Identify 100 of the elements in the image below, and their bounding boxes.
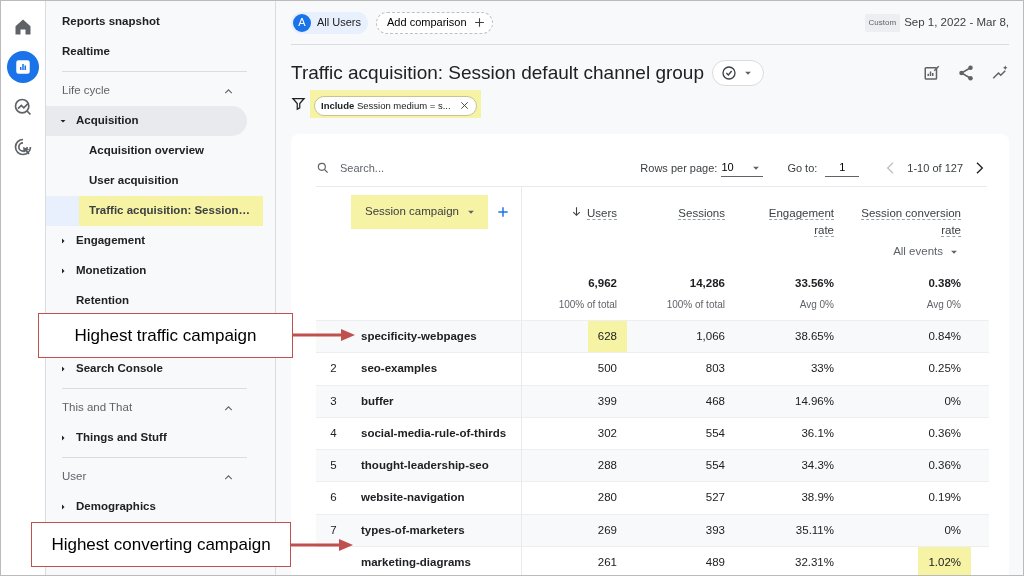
target-cursor-icon <box>13 137 33 157</box>
plus-icon <box>496 204 510 219</box>
table-cell-text: 500 <box>597 361 617 377</box>
table-cell-text: 269 <box>597 522 617 538</box>
table-cell: 1.02% <box>918 546 971 575</box>
nav-item[interactable]: Engagement <box>46 226 247 256</box>
nav-subitem[interactable]: Acquisition overview <box>46 136 247 166</box>
total-value: 14,286 <box>688 275 725 291</box>
table-cell-text: 393 <box>705 522 725 538</box>
table-cell-text: 38.9% <box>801 490 834 506</box>
callout-arrow <box>293 328 355 342</box>
search-icon <box>316 161 330 176</box>
column-header[interactable]: Sessions <box>678 204 725 222</box>
table-cell-text: 34.3% <box>801 458 834 474</box>
campaign-cell: specificity-webpages <box>361 330 477 343</box>
events-dropdown[interactable]: All events <box>893 243 961 261</box>
nav-item[interactable]: Monetization <box>46 256 247 286</box>
rows-per-page-label: Rows per page: <box>640 160 718 176</box>
campaign-cell: types-of-marketers <box>361 523 465 536</box>
table-cell-text: 468 <box>705 393 725 409</box>
rows-per-page-select[interactable]: 10 <box>721 159 764 177</box>
campaign-cell: seo-examples <box>361 362 438 375</box>
column-header[interactable]: Session conversion rate <box>861 204 961 240</box>
add-dimension-button[interactable] <box>496 204 510 219</box>
section-title: User <box>62 469 87 485</box>
table-cell-text: 0.36% <box>928 425 961 441</box>
table-cell-text: 0.36% <box>928 458 961 474</box>
section-title: This and That <box>62 400 133 416</box>
table-cell-text: 0.19% <box>928 490 961 506</box>
column-header[interactable]: Engagement rate <box>762 204 834 240</box>
section-title: Life cycle <box>62 83 110 99</box>
campaign-cell: marketing-diagrams <box>361 555 471 568</box>
table-cell-text: 1,066 <box>696 329 725 345</box>
nav-rail-button[interactable] <box>7 51 39 83</box>
nav-item[interactable]: Demographics <box>46 492 247 522</box>
check-circle-icon <box>721 65 737 82</box>
campaign-cell: website-navigation <box>361 491 465 504</box>
table-cell-text: 14.96% <box>795 393 834 409</box>
edit-report-icon <box>923 64 941 83</box>
row-number: 5 <box>330 459 337 472</box>
callout-arrow <box>291 538 353 552</box>
table-cell-text: 0.84% <box>928 329 961 345</box>
home-icon <box>13 17 33 37</box>
total-note: 100% of total <box>665 298 725 313</box>
status-dropdown[interactable] <box>712 60 764 87</box>
table-cell-text: 36.1% <box>801 425 834 441</box>
callout-box: Highest traffic campaign <box>38 313 293 358</box>
bar-chart-icon <box>14 58 32 76</box>
total-note: 100% of total <box>557 298 617 313</box>
filter-icon <box>291 96 306 112</box>
date-range[interactable]: Sep 1, 2022 - Mar 8, <box>904 13 1009 32</box>
section-header[interactable]: User <box>46 462 247 492</box>
table-cell-text: 0.25% <box>928 361 961 377</box>
table-cell-text: 35.11% <box>795 522 834 538</box>
table-cell-text: 0% <box>944 522 961 538</box>
go-to-field[interactable]: 1 <box>825 159 860 177</box>
share-button[interactable] <box>957 64 975 83</box>
nav-item[interactable]: Acquisition <box>46 106 247 136</box>
search-field[interactable]: Search... <box>338 158 518 178</box>
table-cell-text: 489 <box>705 554 725 570</box>
table-cell-text: 38.65% <box>795 329 834 345</box>
report-title: Traffic acquisition: Session default channel group <box>291 61 704 85</box>
table-cell-text: 554 <box>705 458 725 474</box>
table-cell-text: 527 <box>705 490 725 506</box>
total-value: 6,962 <box>587 275 617 291</box>
campaign-cell: buffer <box>361 394 394 407</box>
table-cell-text: 0% <box>944 393 961 409</box>
table-cell: 628 <box>587 321 627 353</box>
nav-link[interactable]: Realtime <box>46 37 247 67</box>
close-icon <box>458 100 470 112</box>
nav-item[interactable]: Things and Stuff <box>46 423 247 453</box>
table-cell-text: 280 <box>597 490 617 506</box>
add-comparison-button[interactable]: Add comparison <box>376 11 493 34</box>
row-number: 2 <box>330 362 337 375</box>
section-header[interactable]: Life cycle <box>46 76 247 106</box>
filter-chip[interactable]: Include Session medium = s... <box>314 95 477 116</box>
trend-chart-icon <box>13 97 33 117</box>
nav-subitem[interactable]: User acquisition <box>46 166 247 196</box>
table-cell-text: 554 <box>705 425 725 441</box>
page-range: 1-10 of 127 <box>907 160 963 176</box>
row-number: 4 <box>330 426 337 439</box>
table-cell-text: 803 <box>705 361 725 377</box>
go-to-label: Go to: <box>787 160 818 176</box>
row-number: 3 <box>330 394 337 407</box>
segment-chip[interactable]: A All Users <box>291 11 368 34</box>
total-value: 0.38% <box>927 275 961 291</box>
total-note: Avg 0% <box>798 298 834 313</box>
dimension-dropdown[interactable]: Session campaign <box>351 194 488 229</box>
nav-subitem[interactable]: Traffic acquisition: Session… <box>46 196 263 226</box>
edit-report-button[interactable] <box>923 64 941 83</box>
campaign-cell: social-media-rule-of-thirds <box>361 426 507 439</box>
nav-link[interactable]: Reports snapshot <box>46 7 247 37</box>
table-cell-text: 32.31% <box>795 554 834 570</box>
plus-icon <box>472 16 486 29</box>
section-header[interactable]: This and That <box>46 393 247 423</box>
nav-item[interactable]: Retention <box>46 286 247 316</box>
total-note: Avg 0% <box>925 298 961 313</box>
column-header[interactable]: Users <box>569 204 617 222</box>
table-cell-text: 399 <box>597 393 617 409</box>
table-cell-text: 33% <box>810 361 834 377</box>
